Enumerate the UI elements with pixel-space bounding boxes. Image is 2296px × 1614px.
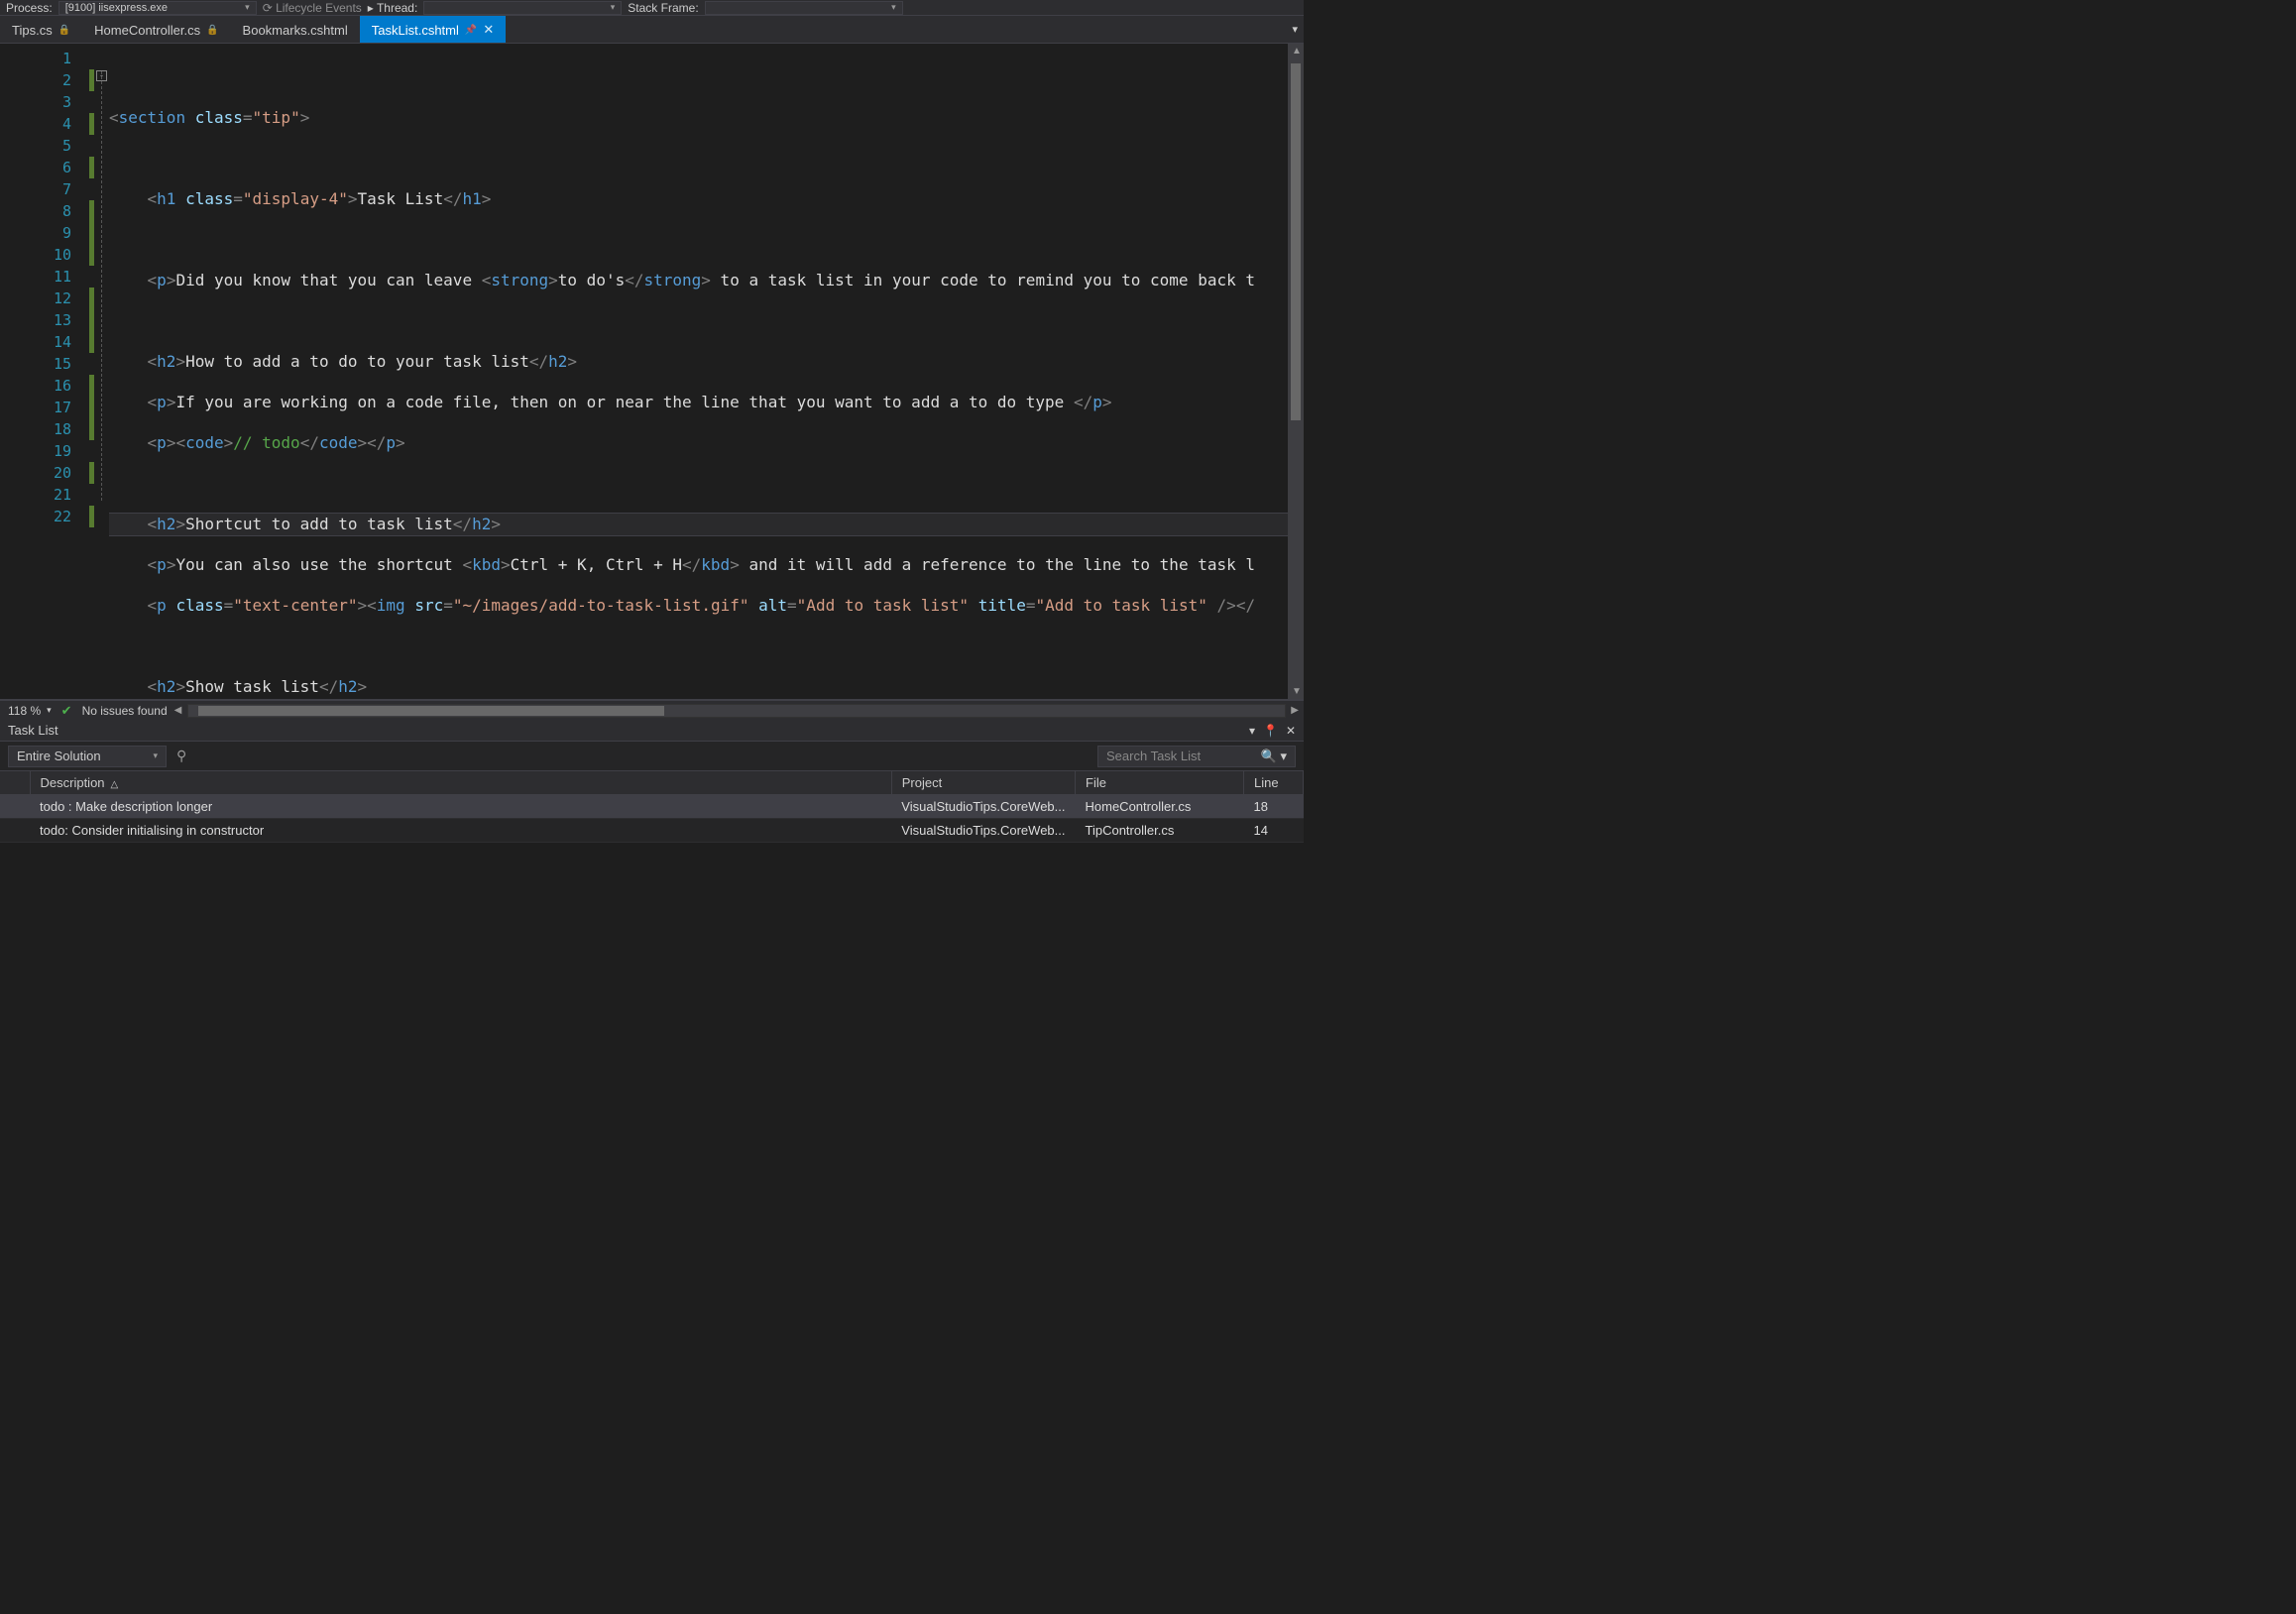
lock-icon: 🔒 xyxy=(206,25,218,36)
window-position-icon[interactable]: ▾ xyxy=(1249,724,1255,738)
col-description[interactable]: Description△ xyxy=(30,771,891,795)
cell-project: VisualStudioTips.CoreWeb... xyxy=(891,795,1075,819)
task-list-panel: Task List ▾ 📍 ✕ Entire Solution ▾ ⚲ Sear… xyxy=(0,720,1304,843)
scope-value: Entire Solution xyxy=(17,749,101,763)
search-input[interactable]: Search Task List 🔍 ▾ xyxy=(1097,746,1296,767)
chevron-down-icon[interactable]: ▾ xyxy=(1292,23,1298,36)
chevron-down-icon: ▾ xyxy=(245,2,250,13)
cell-line: 18 xyxy=(1244,795,1304,819)
chevron-down-icon: ▾ xyxy=(611,2,616,13)
check-icon: ✔ xyxy=(61,703,72,719)
table-header-row: Description△ Project File Line xyxy=(0,771,1304,795)
tab-tasklist-cshtml[interactable]: TaskList.cshtml 📌 ✕ xyxy=(360,16,507,43)
tab-tips-cs[interactable]: Tips.cs 🔒 xyxy=(0,16,82,43)
table-row[interactable]: todo : Make description longer VisualStu… xyxy=(0,795,1304,819)
process-label: Process: xyxy=(6,1,53,15)
cell-file: TipController.cs xyxy=(1076,819,1244,843)
pin-icon[interactable]: 📌 xyxy=(465,25,477,36)
sort-asc-icon: △ xyxy=(111,779,119,790)
search-icon[interactable]: 🔍 ▾ xyxy=(1253,749,1287,764)
scroll-down-icon[interactable]: ▼ xyxy=(1292,686,1302,697)
line-number-gutter: 12345 678910 1112131415 1617181920 2122 xyxy=(0,44,89,699)
debug-toolbar: Process: [9100] iisexpress.exe ▾ ⟳ Lifec… xyxy=(0,0,1304,16)
thread-combo[interactable]: ▾ xyxy=(423,1,622,15)
stackframe-label: Stack Frame: xyxy=(628,1,698,15)
scroll-right-icon[interactable]: ▶ xyxy=(1291,705,1299,716)
panel-titlebar: Task List ▾ 📍 ✕ xyxy=(0,720,1304,742)
table-row[interactable]: todo: Consider initialising in construct… xyxy=(0,819,1304,843)
close-icon[interactable]: ✕ xyxy=(1286,724,1296,738)
tab-label: HomeController.cs xyxy=(94,23,200,38)
cell-line: 14 xyxy=(1244,819,1304,843)
tab-bookmarks-cshtml[interactable]: Bookmarks.cshtml xyxy=(231,16,360,43)
zoom-value: 118 % xyxy=(8,704,41,718)
tab-label: Tips.cs xyxy=(12,23,53,38)
cell-desc: todo: Consider initialising in construct… xyxy=(30,819,891,843)
horizontal-scrollbar[interactable]: ◀ ▶ xyxy=(187,704,1286,718)
tab-homecontroller-cs[interactable]: HomeController.cs 🔒 xyxy=(82,16,230,43)
col-line[interactable]: Line xyxy=(1244,771,1304,795)
process-combo[interactable]: [9100] iisexpress.exe ▾ xyxy=(58,1,257,15)
process-value: [9100] iisexpress.exe xyxy=(65,2,168,14)
scrollbar-thumb[interactable] xyxy=(198,706,664,716)
cell-project: VisualStudioTips.CoreWeb... xyxy=(891,819,1075,843)
filter-icon[interactable]: ⚲ xyxy=(176,748,186,764)
issues-text: No issues found xyxy=(82,704,168,718)
search-placeholder: Search Task List xyxy=(1106,749,1201,763)
col-project[interactable]: Project xyxy=(891,771,1075,795)
col-file[interactable]: File xyxy=(1076,771,1244,795)
stackframe-combo[interactable]: ▾ xyxy=(705,1,903,15)
scroll-up-icon[interactable]: ▲ xyxy=(1292,46,1302,57)
chevron-down-icon: ▾ xyxy=(153,750,158,761)
tab-label: TaskList.cshtml xyxy=(372,23,459,38)
chevron-down-icon: ▾ xyxy=(47,705,52,716)
editor-status-bar: 118 % ▾ ✔ No issues found ◀ ▶ xyxy=(0,700,1304,720)
scrollbar-thumb[interactable] xyxy=(1291,63,1301,420)
code-editor[interactable]: 12345 678910 1112131415 1617181920 2122 … xyxy=(0,44,1304,700)
task-list-toolbar: Entire Solution ▾ ⚲ Search Task List 🔍 ▾ xyxy=(0,742,1304,771)
document-tabs: Tips.cs 🔒 HomeController.cs 🔒 Bookmarks.… xyxy=(0,16,1304,44)
cell-file: HomeController.cs xyxy=(1076,795,1244,819)
scope-combo[interactable]: Entire Solution ▾ xyxy=(8,746,167,767)
pin-icon[interactable]: 📍 xyxy=(1263,724,1278,738)
lifecycle-label: ⟳ Lifecycle Events xyxy=(263,1,362,15)
tab-label: Bookmarks.cshtml xyxy=(243,23,348,38)
chevron-down-icon: ▾ xyxy=(891,2,896,13)
cell-desc: todo : Make description longer xyxy=(30,795,891,819)
panel-title-text: Task List xyxy=(8,723,58,738)
close-icon[interactable]: ✕ xyxy=(483,22,494,38)
zoom-combo[interactable]: 118 % ▾ xyxy=(8,704,52,718)
col-icon[interactable] xyxy=(0,771,30,795)
task-list-table: Description△ Project File Line todo : Ma… xyxy=(0,771,1304,843)
lock-icon: 🔒 xyxy=(58,25,70,36)
fold-column: - xyxy=(95,44,109,699)
scroll-left-icon[interactable]: ◀ xyxy=(174,705,182,716)
vertical-scrollbar[interactable]: ▲ ▼ xyxy=(1288,44,1304,699)
thread-label: ▸ Thread: xyxy=(368,1,418,15)
code-content[interactable]: <section class="tip"> <h1 class="display… xyxy=(109,44,1288,699)
